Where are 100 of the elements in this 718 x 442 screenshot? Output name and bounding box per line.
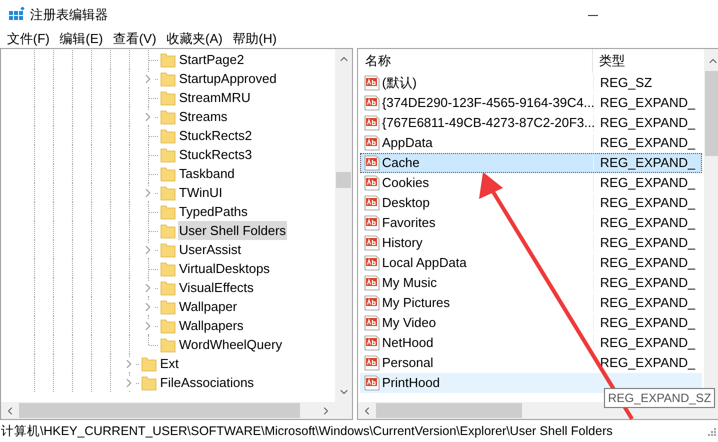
value-row[interactable]: AppData REG_EXPAND_	[360, 133, 702, 153]
tree-item[interactable]: Streams	[178, 107, 228, 126]
tree-item[interactable]: StreamMRU	[178, 88, 252, 107]
scrollbar-thumb[interactable]	[705, 71, 718, 156]
value-name: AppData	[382, 134, 433, 152]
value-row[interactable]: {767E6811-49CB-4273-87C2-20F3... REG_EXPAND_	[360, 113, 702, 133]
tree-item[interactable]: VirtualDesktops	[178, 259, 271, 278]
folder-icon	[141, 374, 157, 390]
tree-item[interactable]: VisualEffects	[178, 278, 255, 297]
folder-icon	[160, 204, 176, 220]
string-value-icon	[364, 375, 380, 391]
string-value-icon	[364, 95, 380, 111]
value-name: Personal	[382, 354, 434, 372]
folder-icon	[160, 166, 176, 182]
vertical-scrollbar[interactable]	[335, 49, 352, 402]
tree-item[interactable]: FileAssociations	[159, 373, 255, 392]
value-row[interactable]: NetHood REG_EXPAND_	[360, 333, 702, 353]
folder-icon	[160, 108, 176, 124]
folder-icon	[160, 90, 176, 106]
value-row[interactable]: My Pictures REG_EXPAND_	[360, 293, 702, 313]
value-row[interactable]: Cache REG_EXPAND_	[360, 153, 702, 173]
tree-item[interactable]: StartupApproved	[178, 69, 278, 88]
string-value-icon	[364, 355, 380, 371]
value-type: REG_EXPAND_	[599, 134, 696, 152]
scrollbar-thumb[interactable]	[19, 403, 300, 418]
scrollbar-thumb[interactable]	[336, 172, 351, 188]
string-value-icon	[364, 135, 380, 151]
string-value-icon	[364, 195, 380, 211]
tree-item[interactable]: Wallpapers	[178, 316, 245, 335]
folder-icon	[141, 356, 157, 372]
string-value-icon	[364, 295, 380, 311]
value-name: NetHood	[382, 334, 434, 352]
menu-item[interactable]: 文件(F)	[3, 30, 54, 48]
tree-item[interactable]: UserAssist	[178, 240, 242, 259]
folder-icon	[160, 184, 176, 200]
value-row[interactable]: Personal REG_EXPAND_	[360, 353, 702, 373]
string-value-icon	[364, 335, 380, 351]
menu-item[interactable]: 帮助(H)	[228, 30, 281, 48]
menu-item[interactable]: 查看(V)	[108, 30, 160, 48]
tree-item[interactable]: TWinUI	[178, 183, 224, 202]
folder-icon	[160, 128, 176, 144]
value-type: REG_EXPAND_	[599, 214, 696, 232]
value-name: PrintHood	[382, 374, 440, 392]
column-header[interactable]: 名称	[358, 49, 593, 73]
window-title: 注册表编辑器	[30, 6, 108, 24]
value-name: {767E6811-49CB-4273-87C2-20F3...	[382, 114, 595, 132]
value-row[interactable]: (默认) REG_SZ	[360, 73, 702, 93]
tree-item[interactable]: Ext	[159, 354, 180, 373]
tooltip: REG_EXPAND_SZ	[604, 388, 716, 408]
resize-grip-icon[interactable]	[706, 426, 716, 436]
folder-icon	[160, 298, 176, 314]
value-row[interactable]: {374DE290-123F-4565-9164-39C4... REG_EXPAND_	[360, 93, 702, 113]
tree-item[interactable]: Taskband	[178, 164, 236, 183]
value-type: REG_EXPAND_	[599, 334, 696, 352]
menu-item[interactable]: 编辑(E)	[56, 30, 107, 48]
value-row[interactable]: Favorites REG_EXPAND_	[360, 213, 702, 233]
value-name: Cookies	[382, 174, 429, 192]
tree-item[interactable]: StuckRects2	[178, 126, 253, 145]
tree-item[interactable]: User Shell Folders	[178, 221, 287, 240]
value-type: REG_EXPAND_	[599, 194, 696, 212]
value-name: Desktop	[382, 194, 430, 212]
folder-icon	[160, 242, 176, 258]
column-header[interactable]: 类型	[593, 49, 704, 73]
string-value-icon	[364, 255, 380, 271]
tree-item[interactable]: StartPage2	[178, 50, 246, 69]
folder-icon	[160, 260, 176, 276]
status-bar-path: 计算机\HKEY_CURRENT_USER\SOFTWARE\Microsoft\Windows\CurrentVersion\Explorer\User Shell Folders	[0, 422, 613, 440]
folder-icon	[160, 70, 176, 86]
value-row[interactable]: My Video REG_EXPAND_	[360, 313, 702, 333]
value-type: REG_EXPAND_	[599, 354, 696, 372]
string-value-icon	[364, 315, 380, 331]
value-name: My Video	[382, 314, 436, 332]
value-row[interactable]: Local AppData REG_EXPAND_	[360, 253, 702, 273]
value-type: REG_SZ	[599, 74, 654, 92]
value-name: My Pictures	[382, 294, 450, 312]
value-name: Favorites	[382, 214, 436, 232]
tree-item[interactable]: Wallpaper	[178, 297, 238, 316]
value-type: REG_EXPAND_	[599, 174, 696, 192]
folder-icon	[160, 52, 176, 68]
value-row[interactable]: History REG_EXPAND_	[360, 233, 702, 253]
tree-item[interactable]: WordWheelQuery	[178, 335, 284, 354]
tree-item[interactable]: StuckRects3	[178, 145, 253, 164]
value-type: REG_EXPAND_	[599, 154, 696, 172]
value-name: Local AppData	[382, 254, 467, 272]
tree-item[interactable]: TypedPaths	[178, 202, 249, 221]
string-value-icon	[364, 155, 380, 171]
scrollbar-thumb[interactable]	[376, 403, 522, 418]
string-value-icon	[364, 75, 380, 91]
value-row[interactable]: My Music REG_EXPAND_	[360, 273, 702, 293]
horizontal-scrollbar[interactable]	[1, 402, 352, 419]
value-name: Cache	[382, 154, 420, 172]
value-row[interactable]: PrintHood	[360, 373, 702, 393]
value-type: REG_EXPAND_	[599, 294, 696, 312]
value-type: REG_EXPAND_	[599, 114, 696, 132]
string-value-icon	[364, 115, 380, 131]
minimize-icon[interactable]	[588, 14, 598, 16]
folder-icon	[160, 222, 176, 238]
menu-item[interactable]: 收藏夹(A)	[162, 30, 227, 48]
folder-icon	[160, 146, 176, 162]
string-value-icon	[364, 235, 380, 251]
